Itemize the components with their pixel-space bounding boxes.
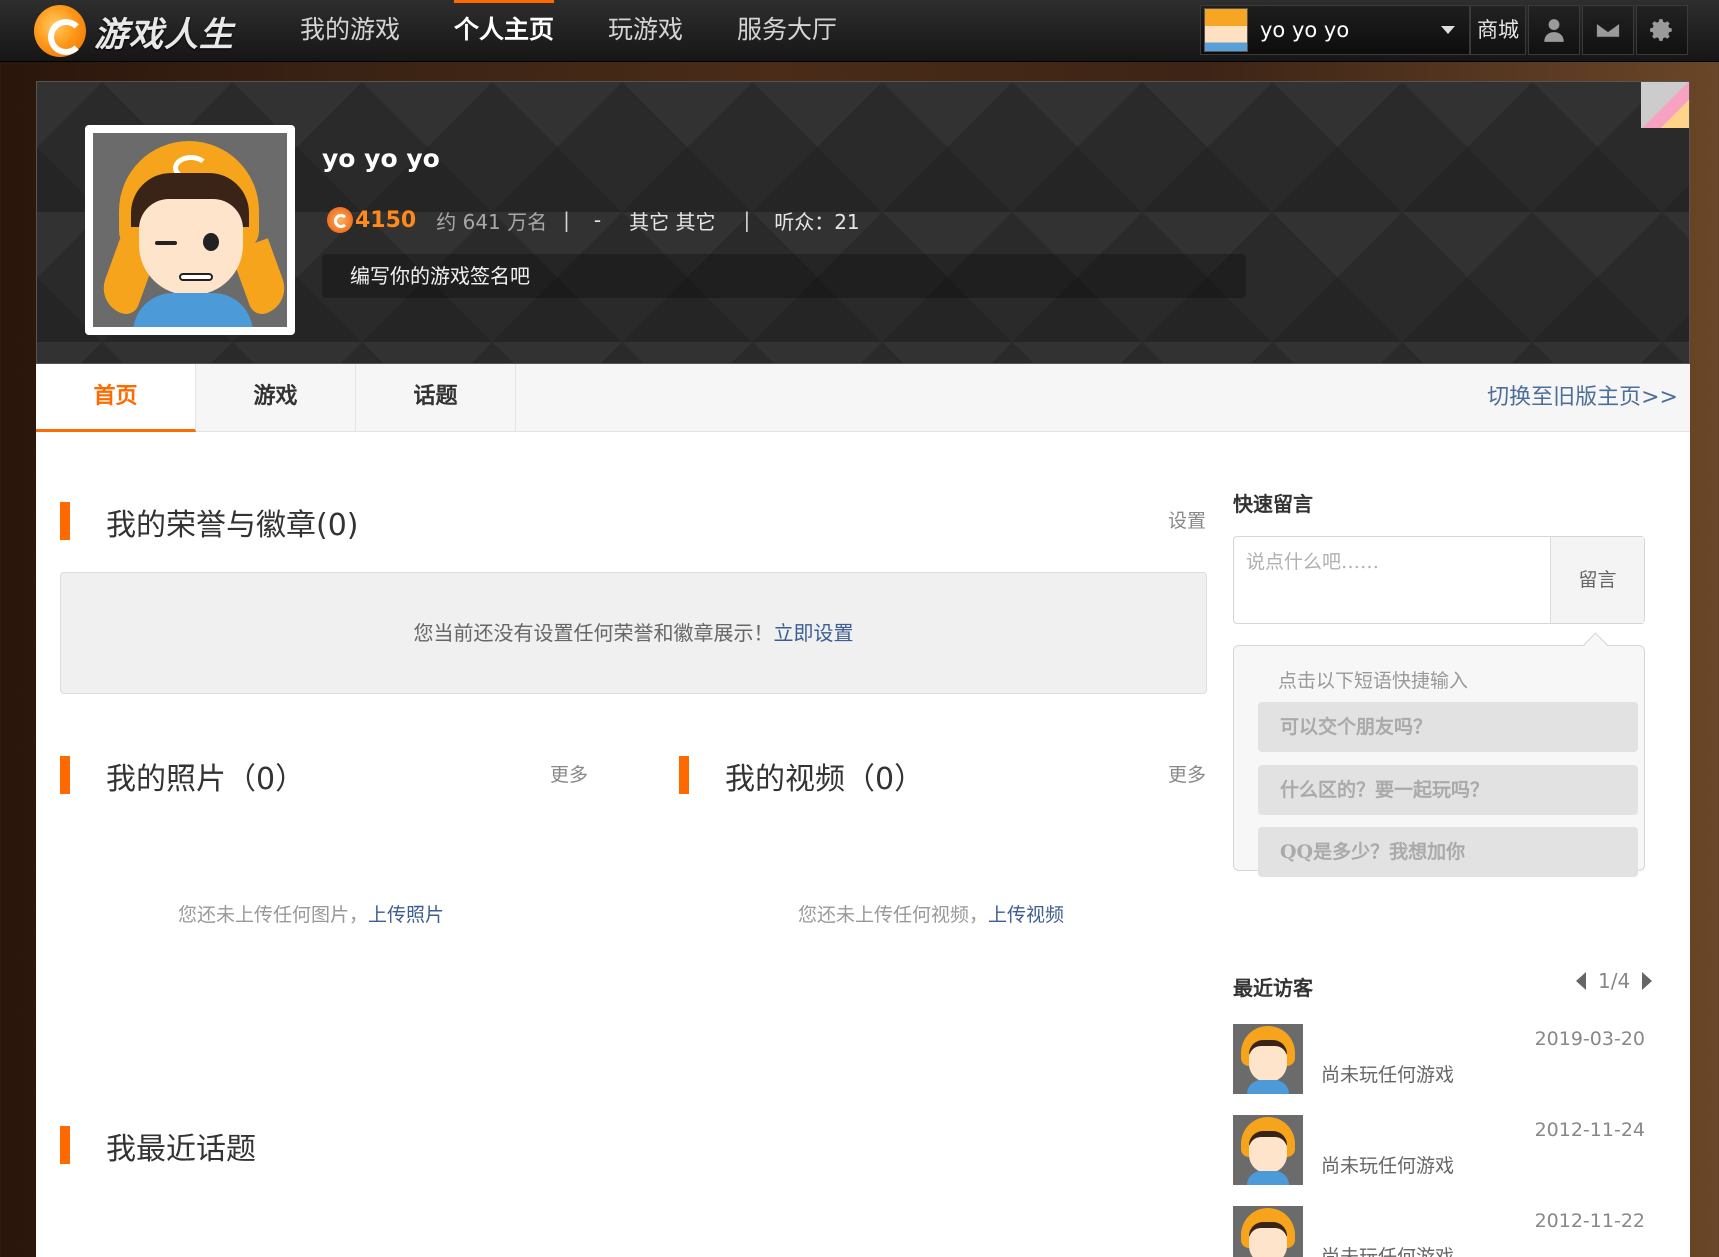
honor-title: 我的荣誉与徽章(0)	[106, 508, 359, 543]
user-icon[interactable]	[1528, 5, 1580, 55]
shop-link[interactable]: 商城	[1470, 5, 1526, 55]
next-page-icon[interactable]	[1642, 972, 1653, 990]
videos-empty-note: 您还未上传任何视频，上传视频	[798, 900, 1064, 927]
profile-stats: 4150 约 641 万名 | - 其它 其它 | 听众：21	[327, 204, 888, 236]
post-message-button[interactable]: 留言	[1550, 537, 1644, 623]
avatar	[1204, 8, 1248, 52]
logo-icon	[34, 5, 86, 57]
separator: |	[563, 208, 570, 232]
score-icon	[327, 207, 353, 233]
section-accent	[60, 756, 70, 794]
user-menu[interactable]: yo yo yo	[1200, 5, 1470, 55]
recent-visitors-title: 最近访客	[1233, 976, 1313, 1000]
score-value: 4150	[355, 207, 417, 233]
chevron-down-icon[interactable]	[1441, 26, 1455, 34]
profile-name: yo yo yo	[322, 144, 440, 173]
nav-profile[interactable]: 个人主页	[454, 0, 555, 62]
main-panel: 首页 游戏 话题 切换至旧版主页>> 我的荣誉与徽章(0) 设置 您当前还没有设…	[36, 364, 1690, 1257]
visit-date: 2019-03-20	[1534, 1028, 1645, 1050]
avatar[interactable]	[1233, 1024, 1303, 1094]
top-bar: 游戏人生 我的游戏 个人主页 玩游戏 服务大厅 yo yo yo 商城	[0, 0, 1719, 62]
photos-empty-note: 您还未上传任何图片，上传照片	[178, 900, 444, 927]
section-accent	[679, 756, 689, 794]
username: yo yo yo	[1260, 18, 1350, 42]
section-accent	[60, 1126, 70, 1164]
tab-games[interactable]: 游戏	[196, 364, 356, 432]
visitor-status: 尚未玩任何游戏	[1321, 1064, 1455, 1086]
separator: |	[743, 208, 751, 232]
quick-phrase-item[interactable]: 可以交个朋友吗？	[1258, 702, 1638, 752]
videos-more-link[interactable]: 更多	[1168, 760, 1206, 787]
section-accent	[60, 502, 70, 540]
avatar[interactable]	[1233, 1206, 1303, 1257]
visitor-item[interactable]: 2012-11-24 尚未玩任何游戏	[1233, 1115, 1645, 1187]
nav-service-hall[interactable]: 服务大厅	[737, 0, 837, 62]
quick-phrases-hint: 点击以下短语快捷输入	[1278, 670, 1469, 692]
upload-video-link[interactable]: 上传视频	[988, 904, 1064, 926]
photos-empty-text: 您还未上传任何图片，	[178, 904, 369, 926]
avatar[interactable]	[1233, 1115, 1303, 1185]
videos-title: 我的视频（0）	[725, 762, 925, 797]
site-logo[interactable]: 游戏人生	[34, 4, 234, 58]
mail-icon[interactable]	[1582, 5, 1634, 55]
profile-banner: yo yo yo 4150 约 641 万名 | - 其它 其它 | 听众：21…	[36, 81, 1690, 364]
listeners-count[interactable]: 听众：21	[774, 206, 859, 235]
dash-text: -	[593, 208, 602, 232]
nav-play-games[interactable]: 玩游戏	[608, 0, 683, 62]
region-text: 其它 其它	[629, 209, 716, 234]
quick-phrase-item[interactable]: QQ是多少？我想加你	[1258, 827, 1638, 877]
quick-message-box: 留言	[1233, 536, 1645, 624]
nav-my-games[interactable]: 我的游戏	[300, 0, 400, 62]
photos-more-link[interactable]: 更多	[550, 760, 588, 787]
logo-text: 游戏人生	[94, 14, 234, 55]
set-now-link[interactable]: 立即设置	[774, 621, 854, 645]
quick-message-title: 快速留言	[1233, 492, 1313, 516]
tab-topics[interactable]: 话题	[356, 364, 516, 432]
rank-text: 约 641 万名	[436, 209, 548, 234]
topics-title: 我最近话题	[106, 1132, 256, 1167]
message-input[interactable]	[1234, 537, 1572, 623]
honor-empty-box: 您当前还没有设置任何荣誉和徽章展示！立即设置	[60, 572, 1207, 694]
quick-phrases-box: 点击以下短语快捷输入 可以交个朋友吗？ 什么区的？要一起玩吗？ QQ是多少？我想…	[1233, 645, 1645, 877]
profile-avatar[interactable]	[85, 125, 295, 335]
visitor-item[interactable]: 2019-03-20 尚未玩任何游戏	[1233, 1024, 1645, 1096]
theme-corner-icon[interactable]	[1641, 82, 1689, 128]
tab-home[interactable]: 首页	[36, 364, 196, 432]
signature-field[interactable]: 编写你的游戏签名吧	[322, 254, 1246, 298]
page-indicator: 1/4	[1598, 969, 1631, 993]
avatar-image	[93, 133, 287, 327]
visitor-item[interactable]: 2012-11-22 尚未玩任何游戏	[1233, 1206, 1645, 1257]
switch-old-version-link[interactable]: 切换至旧版主页>>	[1487, 364, 1678, 432]
photos-title: 我的照片（0）	[106, 762, 306, 797]
visitors-pager: 1/4	[1576, 966, 1653, 996]
visitor-status: 尚未玩任何游戏	[1321, 1155, 1455, 1177]
profile-tabs: 首页 游戏 话题 切换至旧版主页>>	[36, 364, 1690, 432]
honor-empty-text: 您当前还没有设置任何荣誉和徽章展示！	[413, 621, 774, 645]
videos-empty-text: 您还未上传任何视频，	[798, 904, 989, 926]
honor-settings-link[interactable]: 设置	[1168, 506, 1206, 533]
visitor-status: 尚未玩任何游戏	[1321, 1246, 1455, 1257]
quick-phrase-item[interactable]: 什么区的？要一起玩吗？	[1258, 765, 1638, 815]
visit-date: 2012-11-24	[1534, 1119, 1645, 1141]
prev-page-icon[interactable]	[1576, 972, 1586, 990]
main-nav: 我的游戏 个人主页 玩游戏 服务大厅	[300, 0, 891, 62]
upload-photo-link[interactable]: 上传照片	[368, 904, 444, 926]
visit-date: 2012-11-22	[1534, 1210, 1645, 1232]
gear-icon[interactable]	[1636, 5, 1688, 55]
